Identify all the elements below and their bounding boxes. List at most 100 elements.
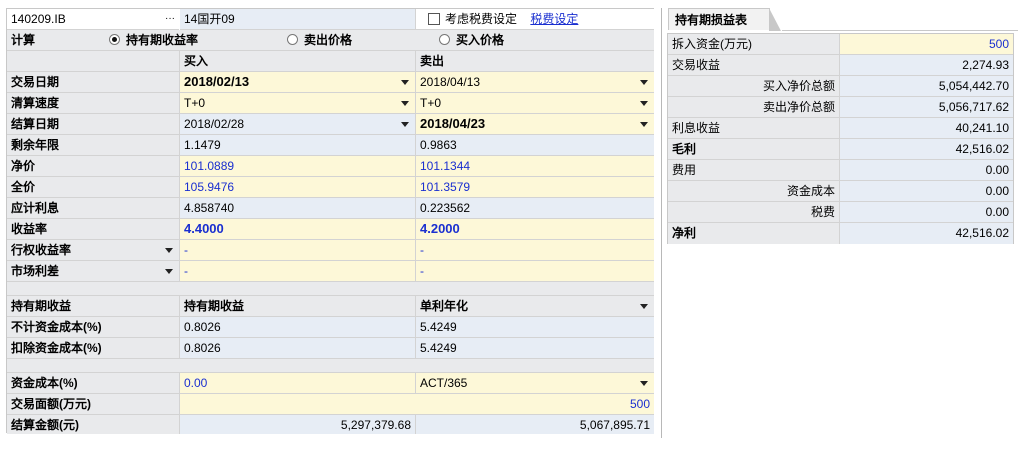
section-spacer xyxy=(7,282,654,296)
holding-row-v1: 0.8026 xyxy=(180,317,416,338)
clean-price-buy[interactable]: 101.0889 xyxy=(180,156,416,177)
settle-date-sell[interactable]: 2018/04/23 xyxy=(416,114,654,135)
pnl-row-value: 0.00 xyxy=(840,181,1013,202)
pnl-row-value: 5,056,717.62 xyxy=(840,97,1013,118)
panel-divider xyxy=(661,8,662,438)
chevron-down-icon[interactable] xyxy=(401,101,409,106)
pnl-row-label: 卖出净价总额 xyxy=(668,97,840,118)
radio-icon xyxy=(439,34,450,46)
settle-speed-sell[interactable]: T+0 xyxy=(416,93,654,114)
funding-cost-label: 资金成本(%) xyxy=(7,373,180,394)
calc-label: 计算 xyxy=(7,30,107,51)
holding-row-label: 扣除资金成本(%) xyxy=(7,338,180,359)
holding-row-v2: 5.4249 xyxy=(416,317,654,338)
pnl-row-label: 毛利 xyxy=(668,139,840,160)
day-count-select[interactable]: ACT/365 xyxy=(416,373,654,394)
pnl-row-label: 资金成本 xyxy=(668,181,840,202)
holding-row-v2: 5.4249 xyxy=(416,338,654,359)
yield-label: 收益率 xyxy=(7,219,180,240)
holding-label: 持有期收益 xyxy=(7,296,180,317)
settle-amount-label: 结算金额(元) xyxy=(7,415,180,434)
chevron-down-icon[interactable] xyxy=(401,80,409,85)
radio-buy-price[interactable]: 买入价格 xyxy=(439,30,504,50)
remaining-years-buy: 1.1479 xyxy=(180,135,416,156)
chevron-down-icon[interactable] xyxy=(401,122,409,127)
pnl-row-label: 利息收益 xyxy=(668,118,840,139)
chevron-down-icon[interactable] xyxy=(640,122,648,127)
chevron-down-icon[interactable] xyxy=(165,248,173,253)
chevron-down-icon[interactable] xyxy=(640,304,648,309)
pnl-row-value: 2,274.93 xyxy=(840,55,1013,76)
bond-code-field[interactable]: 140209.IB xyxy=(7,9,179,30)
exercise-yield-buy[interactable]: - xyxy=(180,240,416,261)
holding-row-label: 不计资金成本(%) xyxy=(7,317,180,338)
pnl-row-value: 42,516.02 xyxy=(840,139,1013,160)
pnl-row-value: 0.00 xyxy=(840,160,1013,181)
funding-cost-input[interactable]: 0.00 xyxy=(180,373,416,394)
trade-date-buy[interactable]: 2018/02/13 xyxy=(180,72,416,93)
left-panel: 140209.IB ··· 14国开09 考虑税费设定 税费设定 计算 持有期收… xyxy=(6,8,654,434)
settle-speed-buy[interactable]: T+0 xyxy=(180,93,416,114)
face-amount-label: 交易面额(万元) xyxy=(7,394,180,415)
holding-col1-header: 持有期收益 xyxy=(180,296,416,317)
yield-buy[interactable]: 4.4000 xyxy=(180,219,416,240)
full-price-label: 全价 xyxy=(7,177,180,198)
trade-date-label: 交易日期 xyxy=(7,72,180,93)
face-amount-input[interactable]: 500 xyxy=(180,394,654,415)
bond-code-value: 140209.IB xyxy=(11,12,66,26)
clean-price-sell[interactable]: 101.1344 xyxy=(416,156,654,177)
pnl-row-label: 费用 xyxy=(668,160,840,181)
bond-name-field[interactable]: 14国开09 xyxy=(180,9,416,30)
section-spacer xyxy=(7,359,654,373)
remaining-years-sell: 0.9863 xyxy=(416,135,654,156)
bond-name-value: 14国开09 xyxy=(184,12,235,26)
radio-icon xyxy=(287,34,298,46)
chevron-down-icon[interactable] xyxy=(640,101,648,106)
settle-date-buy[interactable]: 2018/02/28 xyxy=(180,114,416,135)
full-price-buy[interactable]: 105.9476 xyxy=(180,177,416,198)
settle-speed-label: 清算速度 xyxy=(7,93,180,114)
pnl-row-label: 税费 xyxy=(668,202,840,223)
chevron-down-icon[interactable] xyxy=(640,80,648,85)
ellipsis-button[interactable]: ··· xyxy=(165,9,179,30)
remaining-years-label: 剩余年限 xyxy=(7,135,180,156)
pnl-row-value: 42,516.02 xyxy=(840,223,1013,244)
clean-price-label: 净价 xyxy=(7,156,180,177)
tab-pnl[interactable]: 持有期损益表 xyxy=(668,8,781,31)
radio-sell-price[interactable]: 卖出价格 xyxy=(287,30,352,50)
market-spread-label[interactable]: 市场利差 xyxy=(7,261,180,282)
column-header-sell: 卖出 xyxy=(416,51,654,72)
tax-settings-link[interactable]: 税费设定 xyxy=(530,12,578,26)
market-spread-sell[interactable]: - xyxy=(416,261,654,282)
pnl-row-value: 40,241.10 xyxy=(840,118,1013,139)
column-header-buy: 买入 xyxy=(180,51,416,72)
yield-sell[interactable]: 4.2000 xyxy=(416,219,654,240)
calc-radio-row: 持有期收益率 卖出价格 买入价格 xyxy=(107,30,654,51)
radio-holding-yield[interactable]: 持有期收益率 xyxy=(109,30,198,50)
exercise-yield-sell[interactable]: - xyxy=(416,240,654,261)
tax-options-area: 考虑税费设定 税费设定 xyxy=(416,9,654,30)
accrued-interest-buy: 4.858740 xyxy=(180,198,416,219)
chevron-down-icon[interactable] xyxy=(640,381,648,386)
settle-amount-sell: 5,067,895.71 xyxy=(416,415,654,434)
pnl-row-label: 净利 xyxy=(668,223,840,244)
tax-checkbox[interactable] xyxy=(428,12,440,25)
exercise-yield-label[interactable]: 行权收益率 xyxy=(7,240,180,261)
holding-row-v1: 0.8026 xyxy=(180,338,416,359)
pnl-row-label: 买入净价总额 xyxy=(668,76,840,97)
holding-col2-header[interactable]: 单利年化 xyxy=(416,296,654,317)
accrued-interest-label: 应计利息 xyxy=(7,198,180,219)
pnl-table: 拆入资金(万元) 500 交易收益 2,274.93 买入净价总额 5,054,… xyxy=(667,33,1014,244)
pnl-row-label: 拆入资金(万元) xyxy=(668,34,840,55)
pnl-row-label: 交易收益 xyxy=(668,55,840,76)
settle-date-label: 结算日期 xyxy=(7,114,180,135)
tax-checkbox-label: 考虑税费设定 xyxy=(445,12,518,26)
trade-date-sell[interactable]: 2018/04/13 xyxy=(416,72,654,93)
pnl-row-value[interactable]: 500 xyxy=(840,34,1013,55)
settle-amount-buy: 5,297,379.68 xyxy=(180,415,416,434)
pnl-row-value: 0.00 xyxy=(840,202,1013,223)
full-price-sell[interactable]: 101.3579 xyxy=(416,177,654,198)
header-blank xyxy=(7,51,180,72)
market-spread-buy[interactable]: - xyxy=(180,261,416,282)
chevron-down-icon[interactable] xyxy=(165,269,173,274)
